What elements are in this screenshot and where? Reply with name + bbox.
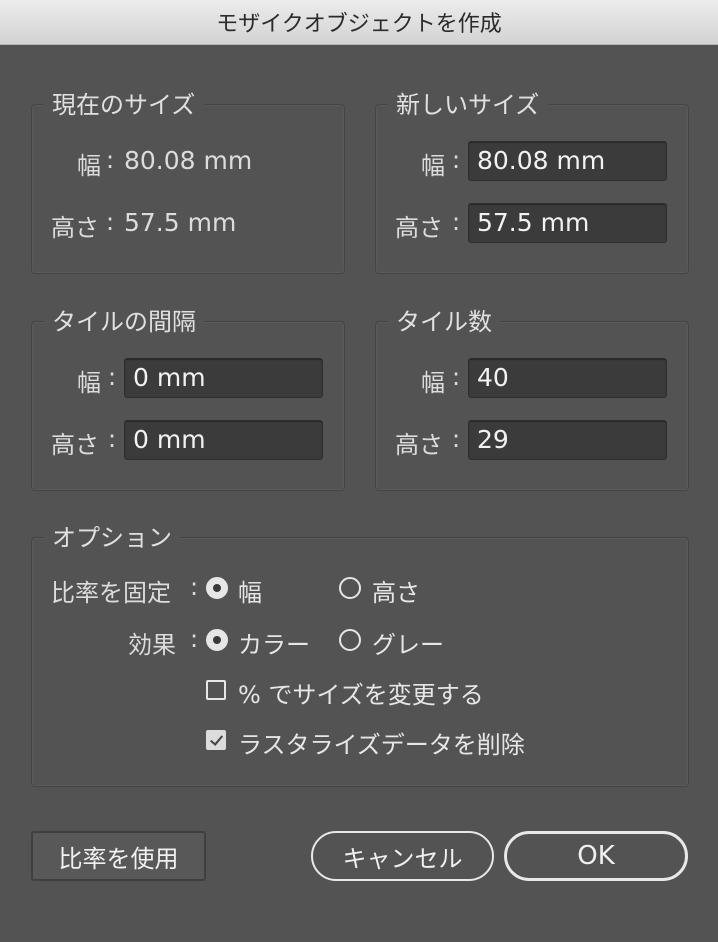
resize-percent-checkbox[interactable] <box>206 680 226 700</box>
count-width-colon: : <box>452 363 461 391</box>
constrain-width-label[interactable]: 幅 <box>238 573 262 608</box>
result-color-radio[interactable] <box>206 629 228 651</box>
new-height-field[interactable]: 57.5 mm <box>468 203 667 243</box>
tile-spacing-legend: タイルの間隔 <box>44 302 204 337</box>
ok-button[interactable]: OK <box>504 831 688 881</box>
spacing-width-colon: : <box>108 363 117 391</box>
tile-spacing-group: タイルの間隔 <box>31 302 345 491</box>
spacing-height-field[interactable]: 0 mm <box>124 420 323 460</box>
current-height-colon: : <box>106 208 115 236</box>
current-size-legend: 現在のサイズ <box>44 85 204 120</box>
resize-percent-label[interactable]: % でサイズを変更する <box>238 675 484 710</box>
result-gray-label[interactable]: グレー <box>372 625 444 660</box>
options-legend: オプション <box>44 518 180 553</box>
cancel-button[interactable]: キャンセル <box>311 831 494 881</box>
window-title-bar: モザイクオブジェクトを作成 <box>0 0 718 45</box>
spacing-width-field[interactable]: 0 mm <box>124 358 323 398</box>
window-title: モザイクオブジェクトを作成 <box>216 12 502 37</box>
result-colon: : <box>190 625 199 653</box>
count-height-field[interactable]: 29 <box>468 420 667 460</box>
current-size-group: 現在のサイズ <box>31 85 345 274</box>
current-width-value: 80.08 mm <box>124 146 253 175</box>
spacing-height-label: 高さ <box>51 431 99 459</box>
constrain-ratio-label: 比率を固定 <box>51 579 171 607</box>
constrain-ratio-colon: : <box>190 573 199 601</box>
count-width-label: 幅 <box>421 369 445 397</box>
current-height-value: 57.5 mm <box>124 208 237 237</box>
new-size-group: 新しいサイズ <box>375 85 689 274</box>
constrain-height-label[interactable]: 高さ <box>372 573 420 608</box>
new-height-label: 高さ <box>395 214 443 242</box>
spacing-width-label: 幅 <box>77 369 101 397</box>
result-color-label[interactable]: カラー <box>238 625 310 660</box>
new-size-legend: 新しいサイズ <box>388 85 548 120</box>
count-height-colon: : <box>452 425 461 453</box>
result-gray-radio[interactable] <box>339 629 361 651</box>
current-height-label: 高さ <box>51 214 99 242</box>
result-label: 効果 <box>128 631 176 659</box>
use-ratio-button[interactable]: 比率を使用 <box>31 831 206 881</box>
delete-raster-label[interactable]: ラスタライズデータを削除 <box>238 725 525 760</box>
constrain-width-radio[interactable] <box>206 577 228 599</box>
count-width-field[interactable]: 40 <box>468 358 667 398</box>
new-width-field[interactable]: 80.08 mm <box>468 141 667 181</box>
tile-count-legend: タイル数 <box>388 302 500 337</box>
count-height-label: 高さ <box>395 431 443 459</box>
current-width-label: 幅 <box>77 152 101 180</box>
new-width-colon: : <box>452 146 461 174</box>
tile-count-group: タイル数 <box>375 302 689 491</box>
new-width-label: 幅 <box>421 152 445 180</box>
constrain-height-radio[interactable] <box>339 577 361 599</box>
delete-raster-checkbox[interactable] <box>206 730 226 750</box>
new-height-colon: : <box>452 208 461 236</box>
current-width-colon: : <box>106 146 115 174</box>
spacing-height-colon: : <box>108 425 117 453</box>
